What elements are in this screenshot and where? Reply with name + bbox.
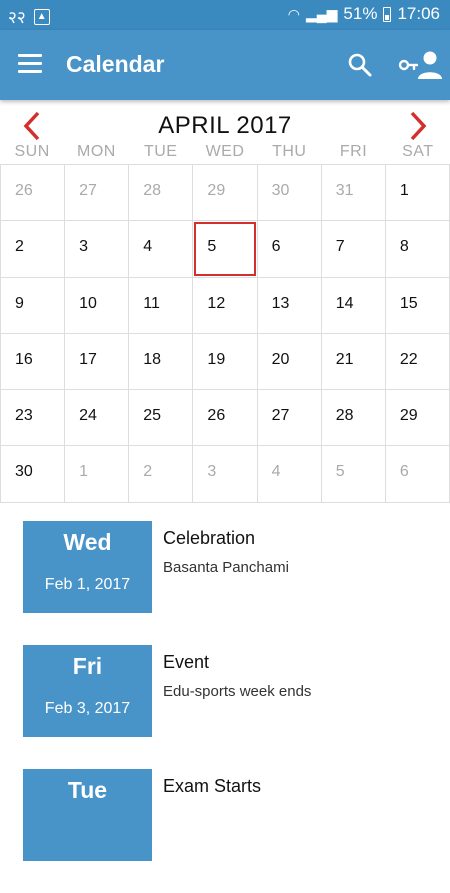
day-cell[interactable]: 10 [65,277,130,334]
day-cell[interactable]: 15 [385,277,450,334]
day-cell[interactable]: 27 [65,165,130,222]
signal-icon: ▂▄▆ [305,5,338,22]
day-cell[interactable]: 8 [385,221,450,278]
event-date: Feb 1, 2017 [44,575,131,593]
day-cell[interactable]: 29 [193,165,258,222]
event-description: Edu-sports week ends [163,682,312,700]
status-bar: २२ ▲ ◠ ▂▄▆ 51% 17:06 [0,0,450,30]
day-cell[interactable]: 6 [257,221,322,278]
day-cell[interactable]: 24 [65,390,130,447]
day-cell[interactable]: 28 [321,390,386,447]
day-cell[interactable]: 1 [65,446,130,503]
event-title: Event [163,651,210,672]
next-month-chevron-icon[interactable] [406,110,430,142]
event-title: Celebration [163,527,256,548]
day-cell[interactable]: 25 [129,390,194,447]
network-indicator: २२ [8,8,26,27]
event-weekday: Wed [63,528,112,555]
event-item[interactable]: Tue Exam Starts [0,768,450,893]
day-cell[interactable]: 26 [193,390,258,447]
battery-icon [383,6,392,22]
weekday-label: THU [272,143,307,160]
day-cell[interactable]: 4 [129,221,194,278]
image-notification-icon: ▲ [33,8,50,25]
event-date-badge: Wed Feb 1, 2017 [23,520,152,613]
day-cell[interactable]: 16 [1,333,66,391]
day-cell-today[interactable]: 5 [193,221,258,278]
day-cell[interactable]: 3 [65,221,130,278]
weekday-label: TUE [143,143,178,160]
day-cell[interactable]: 5 [321,446,386,503]
event-date-badge: Tue [23,768,152,861]
search-icon[interactable] [347,52,373,78]
battery-percent: 51% [343,4,378,23]
app-bar: Calendar [0,30,450,100]
day-cell[interactable]: 1 [385,165,450,222]
day-cell[interactable]: 27 [257,390,322,447]
event-date: Feb 3, 2017 [44,699,131,717]
weekday-header: SUN MON TUE WED THU FRI SAT [0,140,450,164]
day-cell[interactable]: 30 [257,165,322,222]
day-cell[interactable]: 6 [385,446,450,503]
day-cell[interactable]: 19 [193,333,258,391]
weekday-label: MON [77,143,116,160]
day-cell[interactable]: 7 [321,221,386,278]
day-cell[interactable]: 2 [129,446,194,503]
day-cell[interactable]: 29 [385,390,450,447]
day-cell[interactable]: 2 [1,221,66,278]
day-cell[interactable]: 17 [65,333,130,391]
day-cell[interactable]: 20 [257,333,322,391]
clock: 17:06 [397,4,440,23]
month-title: APRIL 2017 [158,112,292,139]
month-header: APRIL 2017 [0,100,450,142]
day-cell[interactable]: 3 [193,446,258,503]
day-cell[interactable]: 22 [385,333,450,391]
weekday-label: FRI [339,143,368,160]
day-cell[interactable]: 13 [257,277,322,334]
day-cell[interactable]: 26 [1,165,66,222]
event-description: Basanta Panchami [163,558,289,576]
weekday-label: WED [205,143,245,160]
wifi-icon: ◠ [287,5,300,22]
calendar-grid: 26 27 28 29 30 31 1 2 3 4 5 6 7 8 9 10 1… [0,164,450,503]
day-cell[interactable]: 18 [129,333,194,391]
account-key-icon[interactable] [398,50,442,80]
event-item[interactable]: Fri Feb 3, 2017 Event Edu-sports week en… [0,644,450,769]
day-cell[interactable]: 14 [321,277,386,334]
event-weekday: Fri [72,652,103,679]
day-cell[interactable]: 12 [193,277,258,334]
event-date-badge: Fri Feb 3, 2017 [23,644,152,737]
day-cell[interactable]: 11 [129,277,194,334]
day-cell[interactable]: 28 [129,165,194,222]
day-cell[interactable]: 30 [1,446,66,503]
weekday-label: SUN [14,143,50,160]
event-title: Exam Starts [163,775,262,796]
weekday-label: SAT [402,143,434,160]
event-item[interactable]: Wed Feb 1, 2017 Celebration Basanta Panc… [0,520,450,645]
event-list: Wed Feb 1, 2017 Celebration Basanta Panc… [0,503,450,893]
app-title: Calendar [66,51,165,77]
day-cell[interactable]: 21 [321,333,386,391]
day-cell[interactable]: 4 [257,446,322,503]
menu-icon[interactable] [18,54,42,74]
day-cell[interactable]: 9 [1,277,66,334]
day-cell[interactable]: 23 [1,390,66,447]
day-cell[interactable]: 31 [321,165,386,222]
